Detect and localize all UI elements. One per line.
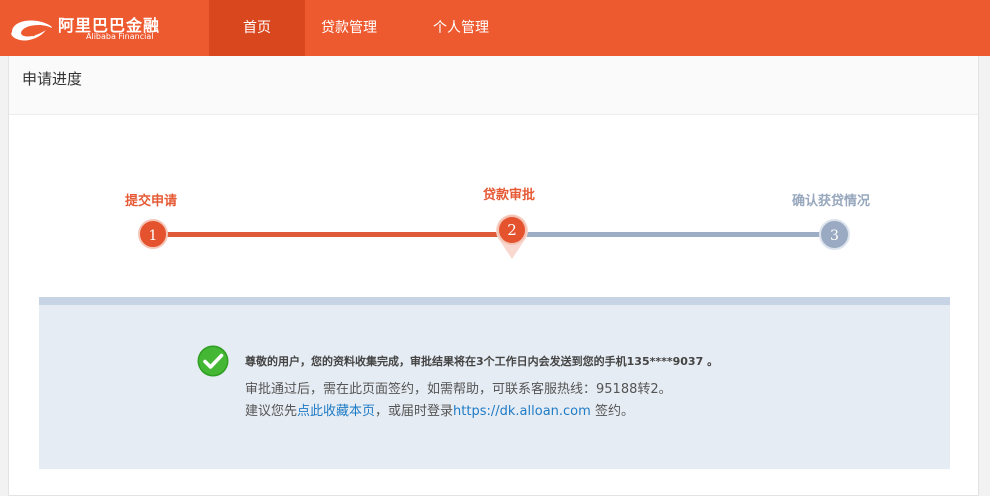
panel-header: 申请进度: [9, 56, 978, 115]
progress-track-todo: [513, 232, 835, 237]
step-label-submit: 提交申请: [125, 194, 178, 209]
step-label-approval: 贷款审批: [483, 188, 536, 203]
site-login-link[interactable]: https://dk.alloan.com: [453, 404, 591, 419]
main-nav: 首页 贷款管理 个人管理: [209, 0, 551, 56]
signing-note: 审批通过后，需在此页面签约，如需帮助，可联系客服热线：95188转2。: [245, 382, 672, 397]
alibaba-smile-icon: [11, 20, 52, 41]
bookmark-page-link[interactable]: 点此收藏本页: [297, 404, 375, 419]
step-node-3: 3: [819, 219, 850, 250]
step-node-1: 1: [138, 219, 168, 249]
progress-panel: 申请进度 提交申请 贷款审批 确认获贷情况 1 2 3 尊敬的用户，您的资料收集…: [8, 56, 979, 496]
step-label-confirm: 确认获贷情况: [792, 194, 871, 209]
top-bar: 阿里巴巴金融 Alibaba Financial 首页 贷款管理 个人管理: [0, 0, 990, 56]
nav-loan-management[interactable]: 贷款管理: [305, 0, 431, 56]
box-zigzag-edge: [39, 464, 950, 470]
bookmark-note-mid: ，或届时登录: [375, 404, 454, 419]
logo-subtext: Alibaba Financial: [86, 32, 154, 41]
bookmark-note-prefix: 建议您先: [245, 404, 298, 419]
bookmark-note: 建议您先点此收藏本页，或届时登录https://dk.alloan.com 签约…: [245, 400, 634, 419]
step-node-2: 2: [494, 213, 530, 261]
page-title: 申请进度: [22, 70, 83, 88]
bookmark-note-suffix: 签约。: [590, 404, 634, 419]
nav-home[interactable]: 首页: [209, 0, 305, 56]
step-node-2-number: 2: [507, 221, 517, 239]
nav-personal-management[interactable]: 个人管理: [431, 0, 551, 56]
logo[interactable]: 阿里巴巴金融 Alibaba Financial: [8, 8, 159, 48]
progress-track-done: [153, 232, 513, 237]
check-circle-icon: [197, 345, 229, 377]
result-message-box: 尊敬的用户，您的资料收集完成，审批结果将在3个工作日内会发送到您的手机135**…: [39, 297, 950, 469]
result-headline: 尊敬的用户，您的资料收集完成，审批结果将在3个工作日内会发送到您的手机135**…: [245, 355, 719, 368]
